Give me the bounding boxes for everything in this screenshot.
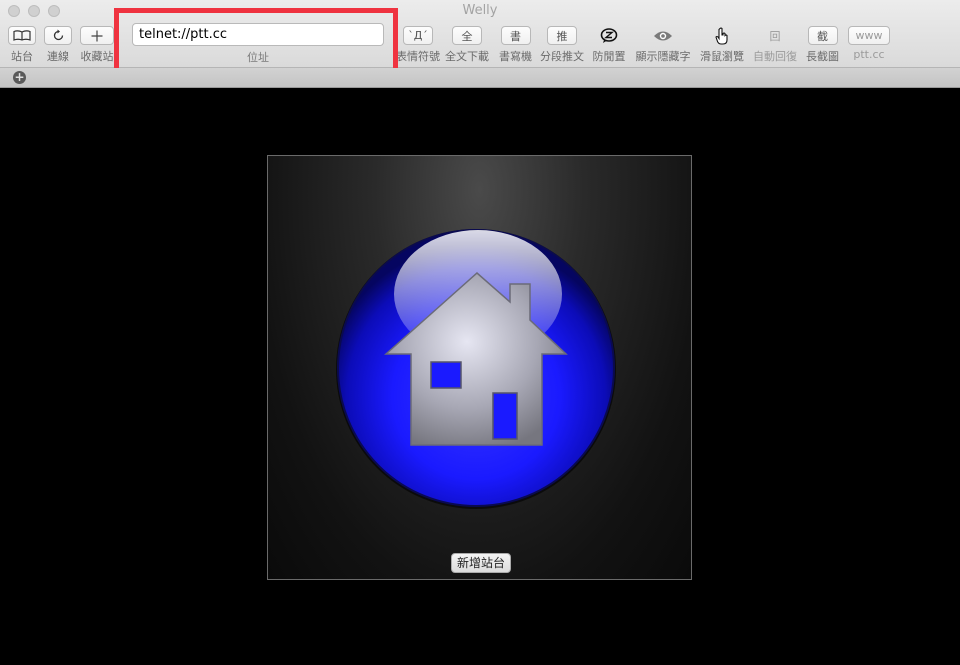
toolbar-connect[interactable]: 連線	[44, 26, 72, 64]
composer-label: 書寫機	[499, 50, 532, 63]
composer-glyph: 書	[510, 29, 521, 43]
toolbar-mouse-browse[interactable]: 滑鼠瀏覽	[700, 26, 744, 64]
add-site-button[interactable]: 新增站台	[451, 553, 511, 573]
auto-reply-glyph: 回	[769, 29, 781, 43]
app-window: Welly 站台 連線 收藏站 位址	[0, 0, 960, 665]
long-screenshot-label: 長截圖	[806, 50, 839, 63]
long-screenshot-glyph: 截	[817, 29, 828, 43]
download-all-label: 全文下載	[445, 50, 489, 63]
www-icon[interactable]: www	[848, 26, 890, 45]
segment-push-icon[interactable]: 推	[547, 26, 577, 45]
toolbar-segment-push[interactable]: 推 分段推文	[540, 26, 584, 64]
plus-icon[interactable]	[80, 26, 114, 45]
toolbar-composer[interactable]: 書 書寫機	[499, 26, 532, 64]
mouse-browse-label: 滑鼠瀏覽	[700, 50, 744, 63]
toolbar-anti-idle[interactable]: 防閒置	[592, 26, 626, 64]
toolbar-sites[interactable]: 站台	[8, 26, 36, 64]
www-glyph: www	[855, 29, 883, 42]
eye-icon[interactable]	[635, 26, 691, 45]
address-highlight-box	[114, 8, 398, 74]
segment-push-glyph: 推	[556, 29, 568, 43]
auto-reply-icon[interactable]: 回	[753, 26, 797, 45]
show-hidden-label: 顯示隱藏字	[635, 50, 691, 63]
toolbar-download-all[interactable]: 全 全文下載	[445, 26, 489, 64]
anti-idle-label: 防閒置	[592, 50, 626, 63]
terminal-area: 新增站台	[0, 88, 960, 665]
emoticon-glyph: `Д´	[408, 29, 428, 42]
composer-icon[interactable]: 書	[500, 26, 531, 45]
toolbar-emoticon[interactable]: `Д´ 表情符號	[396, 26, 440, 64]
toolbar-bookmark[interactable]: 收藏站	[80, 26, 114, 64]
tab-bar: +	[0, 68, 960, 88]
toolbar-ptt[interactable]: www ptt.cc	[848, 26, 890, 61]
toolbar-show-hidden[interactable]: 顯示隱藏字	[635, 26, 691, 64]
emoticon-icon[interactable]: `Д´	[403, 26, 433, 45]
plus-circle-icon[interactable]: +	[13, 71, 26, 84]
zzz-bubble-icon[interactable]	[592, 26, 626, 45]
ptt-label: ptt.cc	[853, 48, 885, 61]
segment-push-label: 分段推文	[540, 50, 584, 63]
home-orb-icon	[336, 229, 616, 509]
sites-label: 站台	[11, 50, 33, 63]
download-all-icon[interactable]: 全	[452, 26, 482, 45]
book-icon[interactable]	[8, 26, 36, 45]
pointing-hand-icon[interactable]	[700, 26, 744, 45]
bookmark-label: 收藏站	[80, 50, 114, 63]
emoticon-label: 表情符號	[396, 50, 440, 63]
welcome-panel: 新增站台	[267, 155, 692, 580]
toolbar-auto-reply[interactable]: 回 自動回復	[753, 26, 797, 64]
auto-reply-label: 自動回復	[753, 50, 797, 63]
reload-icon[interactable]	[44, 26, 72, 45]
download-all-glyph: 全	[461, 29, 473, 43]
long-screenshot-icon[interactable]: 截	[807, 26, 838, 45]
toolbar-long-screenshot[interactable]: 截 長截圖	[806, 26, 839, 64]
connect-label: 連線	[47, 50, 69, 63]
